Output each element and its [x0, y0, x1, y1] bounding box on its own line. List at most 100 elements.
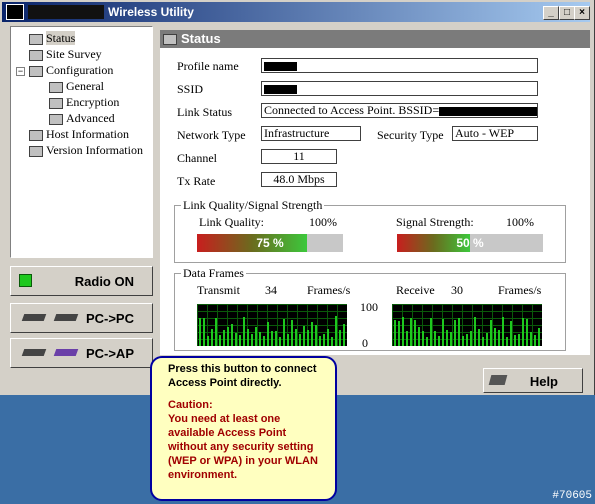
tree-item-advanced[interactable]: Advanced — [49, 111, 115, 126]
traffic-bar — [418, 327, 420, 346]
receive-label: Receive — [396, 283, 435, 297]
traffic-bar — [474, 317, 476, 346]
traffic-bar — [414, 320, 416, 346]
transmit-label: Transmit — [197, 283, 240, 297]
traffic-bar — [211, 329, 213, 346]
traffic-bar — [470, 331, 472, 346]
data-frames-title: Data Frames — [181, 266, 246, 281]
traffic-bar — [251, 334, 253, 346]
network-type-field: Infrastructure — [261, 126, 361, 141]
traffic-bar — [271, 331, 273, 346]
traffic-bar — [259, 332, 261, 346]
traffic-bar — [287, 334, 289, 346]
signal-strength-percent: 50 % — [456, 236, 484, 250]
tree-item-general[interactable]: General — [49, 79, 104, 94]
version-information-icon — [29, 145, 43, 157]
status-panel: Profile name SSID Link Status Connected … — [160, 48, 590, 355]
channel-field: 11 — [261, 149, 337, 164]
traffic-bar — [307, 330, 309, 346]
transmit-graph — [197, 304, 347, 346]
traffic-bar — [446, 330, 448, 346]
tree-item-version-information[interactable]: Version Information — [29, 143, 143, 158]
radio-led-icon — [19, 274, 32, 287]
tx-rate-label: Tx Rate — [177, 174, 216, 188]
traffic-bar — [538, 328, 540, 346]
traffic-bar — [323, 334, 325, 346]
traffic-bar — [295, 329, 297, 346]
traffic-bar — [422, 331, 424, 346]
traffic-bar — [510, 321, 512, 346]
traffic-bar — [319, 336, 321, 346]
minimize-button[interactable]: _ — [543, 6, 559, 20]
watermark: #70605 — [552, 490, 592, 502]
pc-to-ap-tooltip: Press this button to connect Access Poin… — [150, 356, 337, 501]
traffic-bar — [430, 318, 432, 346]
traffic-bar — [239, 335, 241, 346]
close-button[interactable]: × — [574, 6, 590, 20]
radio-on-button[interactable]: Radio ON — [10, 266, 153, 296]
pc-to-ap-button[interactable]: PC->AP — [10, 338, 153, 368]
tree-item-site-survey[interactable]: Site Survey — [29, 47, 102, 62]
link-quality-label: Link Quality: — [199, 215, 264, 229]
tree-item-configuration[interactable]: Configuration — [29, 63, 113, 78]
app-icon — [6, 4, 24, 20]
tree-item-host-information[interactable]: Host Information — [29, 127, 129, 142]
tree-item-status[interactable]: Status — [29, 31, 76, 46]
access-point-icon — [53, 349, 79, 356]
title-bar[interactable]: Wireless Utility _ □ × — [2, 2, 590, 22]
traffic-bar — [267, 322, 269, 346]
traffic-bar — [498, 330, 500, 346]
traffic-bar — [518, 334, 520, 346]
pc-device-icon — [53, 314, 79, 321]
traffic-bar — [478, 329, 480, 346]
pc-device-icon — [21, 349, 47, 356]
redacted-value — [264, 61, 297, 71]
traffic-bar — [335, 316, 337, 346]
traffic-bar — [458, 318, 460, 346]
utility-window: Wireless Utility _ □ × Status Site Surve… — [0, 0, 595, 395]
security-type-label: Security Type — [377, 128, 444, 142]
ssid-field — [261, 81, 538, 96]
traffic-bar — [343, 324, 345, 346]
graph-scale-min: 0 — [362, 336, 368, 350]
signal-strength-label: Signal Strength: — [396, 215, 474, 229]
help-icon — [488, 375, 508, 385]
graph-scale-max: 100 — [360, 300, 378, 314]
receive-graph — [392, 304, 542, 346]
tree-item-encryption[interactable]: Encryption — [49, 95, 119, 110]
help-button[interactable]: Help — [483, 368, 583, 393]
traffic-bar — [279, 337, 281, 346]
signal-strength-bar: 50 % — [397, 234, 543, 252]
network-type-label: Network Type — [177, 128, 246, 142]
maximize-button[interactable]: □ — [559, 6, 575, 20]
tooltip-caution-text: You need at least one available Access P… — [168, 413, 318, 481]
traffic-bar — [315, 325, 317, 346]
traffic-bar — [247, 329, 249, 346]
status-icon — [29, 33, 43, 45]
link-quality-bar: 75 % — [197, 234, 343, 252]
collapse-toggle[interactable]: − — [16, 67, 25, 76]
configuration-icon — [29, 65, 43, 77]
traffic-bar — [502, 317, 504, 346]
traffic-bar — [199, 318, 201, 346]
traffic-bar — [331, 337, 333, 346]
traffic-bar — [434, 331, 436, 346]
profile-name-label: Profile name — [177, 59, 239, 73]
redacted-value — [264, 84, 297, 94]
traffic-bar — [482, 337, 484, 346]
traffic-bar — [514, 335, 516, 346]
window-title: Wireless Utility — [108, 5, 194, 19]
traffic-bar — [223, 330, 225, 346]
data-frames-group: Data Frames Transmit 34 Frames/s 100 0 R… — [174, 266, 566, 351]
traffic-bar — [299, 334, 301, 346]
encryption-icon — [49, 97, 63, 109]
traffic-bar — [398, 321, 400, 346]
pc-to-pc-button[interactable]: PC->PC — [10, 303, 153, 333]
traffic-bar — [394, 320, 396, 346]
traffic-bar — [275, 331, 277, 346]
signal-group: Link Quality/Signal Strength Link Qualit… — [174, 198, 566, 263]
traffic-bar — [255, 327, 257, 346]
receive-value: 30 — [451, 283, 463, 297]
tooltip-caution-title: Caution: — [168, 399, 213, 411]
traffic-bar — [442, 319, 444, 346]
